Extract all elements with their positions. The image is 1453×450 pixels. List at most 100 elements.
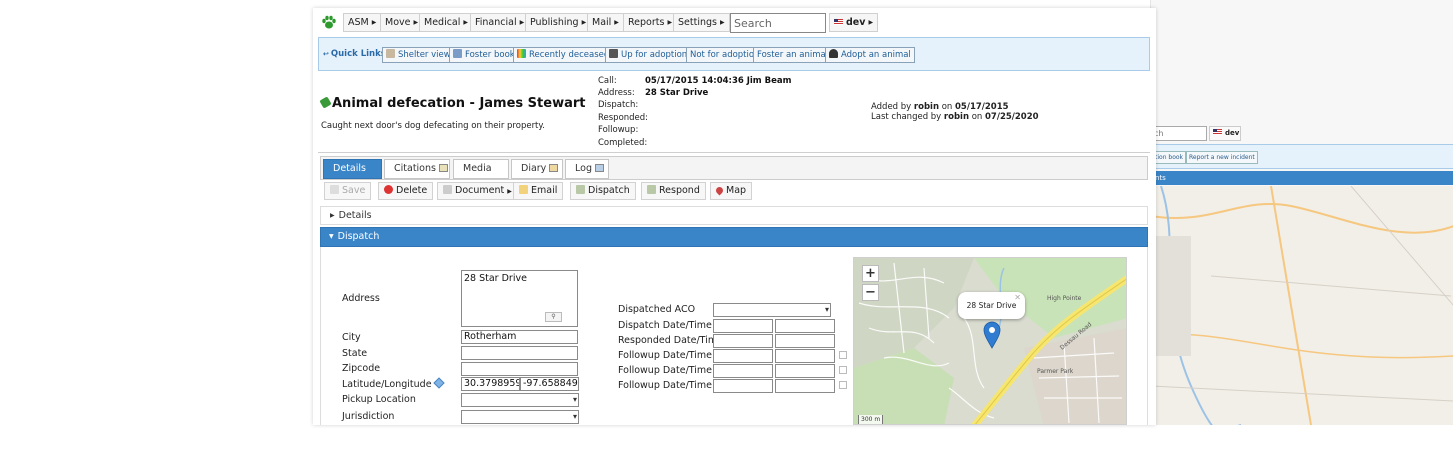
tab-diary[interactable]: Diary [511,159,563,179]
menu-settings[interactable]: Settings ▶ [673,13,730,32]
bg-quicklinks-bar: tion book Report a new incident [1151,144,1453,169]
pickup-location-select[interactable] [461,393,579,407]
dispatch-time-input[interactable] [775,319,835,333]
section-dispatch-header[interactable]: ▼ Dispatch [320,227,1148,247]
quicklink-not-for-adoption[interactable]: Not for adoption [686,47,764,63]
document-icon [443,185,452,194]
quicklink-shelter-view[interactable]: Shelter view [382,47,455,63]
followup-date-input-1[interactable] [713,349,773,363]
quicklinks-bar: ↩ Quick Links Shelter view Foster book Re… [318,37,1150,71]
dispatch-date-input[interactable] [713,319,773,333]
dispatch-button[interactable]: Dispatch [570,182,636,200]
caret-right-icon: ▶ [519,19,525,26]
jurisdiction-label: Jurisdiction [342,411,395,422]
caret-right-icon: ▶ [581,19,587,26]
latitude-input[interactable]: 30.3798959 [461,377,520,391]
menu-publishing[interactable]: Publishing ▶ [525,13,592,32]
zipcode-input[interactable] [461,362,578,376]
user-menu[interactable]: dev ▶ [829,13,879,32]
tab-media[interactable]: Media [453,159,509,179]
quicklink-foster-an-animal[interactable]: Foster an animal [753,47,833,63]
followup-time-input-2[interactable] [775,364,835,378]
latlong-label: Latitude/Longitude [342,377,445,390]
address-label: Address: [598,88,635,98]
bg-quicklink-0[interactable]: tion book [1152,151,1187,164]
map-pin-icon [714,185,725,196]
background-window: ch dev tion book Report a new incident n… [1150,0,1453,425]
document-button[interactable]: Document ▶ [437,182,518,200]
save-button[interactable]: Save [324,182,372,200]
quicklink-adopt-an-animal[interactable]: Adopt an animal [825,47,915,63]
menu-move[interactable]: Move ▶ [380,13,424,32]
followup-time-input-3[interactable] [775,379,835,393]
quicklink-recently-deceased[interactable]: Recently deceased [513,47,614,63]
menu-asm[interactable]: ASM ▶ [343,13,382,32]
incident-map[interactable]: High Pointe Parmer Park Dessau Road + − … [853,257,1127,425]
followup-datetime-label-1: Followup Date/Time [618,350,713,361]
menu-mail[interactable]: Mail ▶ [587,13,624,32]
state-label: State [342,348,368,359]
city-label: City [342,332,361,343]
section-details-header[interactable]: ▶ Details [320,206,1148,225]
followup-date-input-2[interactable] [713,364,773,378]
responded-date-input[interactable] [713,334,773,348]
menu-financial[interactable]: Financial ▶ [470,13,530,32]
flag-icon [834,19,843,25]
save-icon [330,185,339,194]
jurisdiction-select[interactable] [461,410,579,424]
followup-complete-checkbox-1[interactable] [839,351,847,359]
delete-icon [384,185,393,194]
followup-label: Followup: [598,125,639,135]
address-lookup-icon[interactable]: ⚲ [545,312,562,322]
quicklink-foster-book[interactable]: Foster book [449,47,519,63]
completed-label: Completed: [598,138,648,148]
header-divider [318,152,1150,153]
respond-button[interactable]: Respond [641,182,706,200]
person-icon [829,49,838,58]
quicklink-up-for-adoption[interactable]: Up for adoption [605,47,692,63]
dispatch-icon [576,185,585,194]
followup-date-input-3[interactable] [713,379,773,393]
zipcode-label: Zipcode [342,363,381,374]
city-input[interactable]: Rotherham [461,330,578,344]
tab-log[interactable]: Log [565,159,609,179]
longitude-input[interactable]: -97.65884919 [520,377,579,391]
zoom-in-button[interactable]: + [862,265,879,282]
caret-right-icon: ▶ [868,19,874,26]
map-label-high-pointe: High Pointe [1047,295,1082,302]
last-changed-by: Last changed by robin on 07/25/2020 [871,112,1039,122]
bg-user-menu[interactable]: dev [1209,126,1241,141]
responded-datetime-label: Responded Date/Time [618,335,723,346]
caret-right-icon: ▶ [614,19,619,26]
bg-section-bar: nts [1151,171,1453,185]
caret-right-icon: ▶ [507,188,512,195]
search-input[interactable] [730,13,826,33]
bg-quicklink-1[interactable]: Report a new incident [1186,151,1258,164]
followup-time-input-1[interactable] [775,349,835,363]
email-button[interactable]: Email [513,182,564,200]
paw-logo-icon[interactable] [321,15,337,30]
address-value: 28 Star Drive [645,88,709,98]
delete-button[interactable]: Delete [378,182,434,200]
responded-label: Responded: [598,113,649,123]
tab-details[interactable]: Details [323,159,382,179]
tab-citations[interactable]: Citations [384,159,450,179]
phone-icon [319,96,332,109]
zoom-out-button[interactable]: − [862,284,879,301]
state-input[interactable] [461,346,578,360]
menu-medical[interactable]: Medical ▶ [419,13,474,32]
menu-reports[interactable]: Reports ▶ [623,13,678,32]
tab-bar: Details Citations Media Diary Log [320,156,1148,180]
responded-time-input[interactable] [775,334,835,348]
map-popup: 28 Star Drive ✕ [958,292,1025,319]
dispatched-aco-select[interactable] [713,303,831,317]
respond-icon [647,185,656,194]
followup-complete-checkbox-2[interactable] [839,366,847,374]
citation-icon [438,164,448,172]
close-icon[interactable]: ✕ [1014,284,1021,311]
bg-search-input[interactable]: ch [1151,126,1207,141]
geocode-icon[interactable] [432,377,445,389]
book-icon [453,49,462,58]
followup-complete-checkbox-3[interactable] [839,381,847,389]
map-button[interactable]: Map [710,182,753,200]
